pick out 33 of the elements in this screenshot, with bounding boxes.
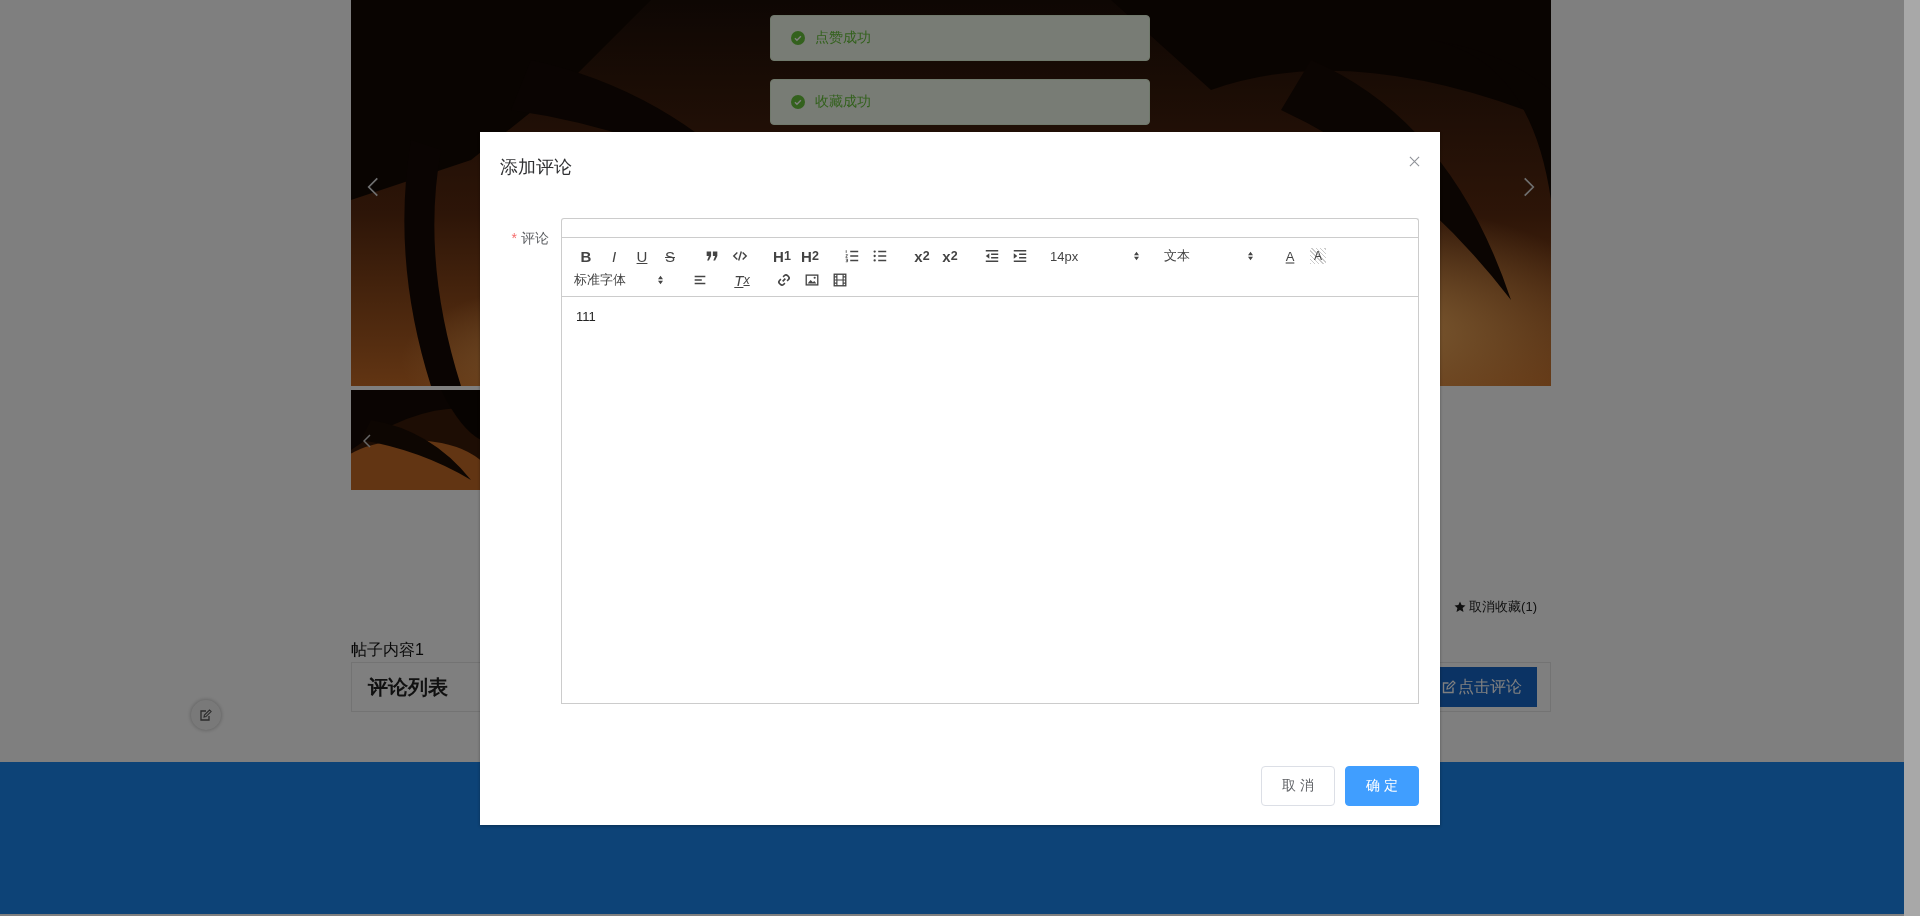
toolbar-dropdown[interactable]: 文本 [1162, 244, 1262, 268]
toolbar-dropdown[interactable]: 14px [1048, 244, 1148, 268]
font-color-button[interactable]: A [1276, 244, 1304, 268]
cancel-button[interactable]: 取 消 [1261, 766, 1335, 806]
editor-text: 111 [561, 297, 1419, 704]
scrollbar[interactable] [1904, 0, 1920, 916]
highlight-button[interactable]: A [1310, 248, 1326, 264]
comments-title: 评论列表 [368, 674, 448, 700]
updown-arrow-icon [1247, 251, 1254, 261]
feedback-button[interactable] [191, 700, 221, 730]
toast-text: 点赞成功 [815, 29, 871, 47]
unfavorite-link[interactable]: 取消收藏(1) [1469, 598, 1537, 616]
updown-arrow-icon [1133, 251, 1140, 261]
chevron-left-icon[interactable] [363, 434, 371, 448]
star-icon [1454, 601, 1467, 613]
italic-button[interactable]: I [600, 244, 628, 268]
close-icon[interactable] [1409, 155, 1420, 167]
post-content: 帖子内容1 [351, 640, 425, 660]
bold-button[interactable]: B [572, 244, 600, 268]
strikethrough-button[interactable]: S [656, 244, 684, 268]
updown-arrow-icon [657, 275, 664, 285]
dialog-title: 添加评论 [500, 156, 572, 179]
toolbar-dropdown[interactable]: 标准字体 [572, 268, 672, 292]
chevron-left-icon[interactable] [367, 176, 379, 198]
success-icon [791, 95, 805, 109]
required-mark: * [511, 230, 517, 248]
edit-icon [1442, 680, 1456, 694]
success-icon [791, 31, 805, 45]
chevron-right-icon[interactable] [1523, 176, 1535, 198]
field-label: 评论 [521, 230, 549, 248]
toast-text: 收藏成功 [815, 93, 871, 111]
edit-icon [199, 708, 213, 722]
underline-button[interactable]: U [628, 244, 656, 268]
